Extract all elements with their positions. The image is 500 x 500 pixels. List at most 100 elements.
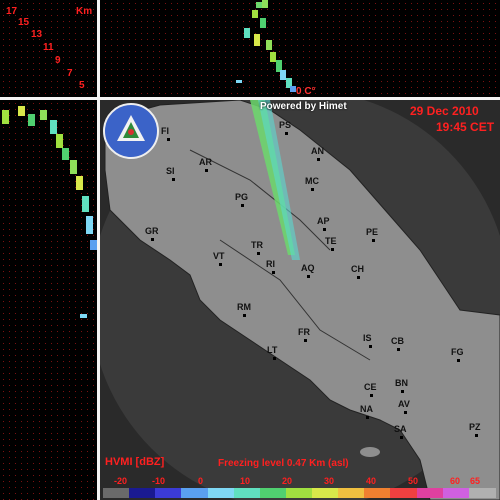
vertical-divider [97,0,100,500]
legend-swatch [390,488,418,498]
city-marker-pg [241,204,244,207]
city-marker-pe [372,239,375,242]
civil-protection-logo [103,103,159,159]
city-label-is: IS [363,333,372,343]
legend-swatch [416,488,444,498]
left-echo-cell [28,114,35,126]
legend-tick-label: 50 [408,476,419,486]
left-echo-cell [86,216,93,234]
legend-tick-label: 20 [282,476,293,486]
horizontal-divider [0,97,500,100]
scale-label-5: 5 [79,80,85,91]
top-echo-cell [244,28,250,38]
city-marker-ch [357,276,360,279]
city-marker-an [317,158,320,161]
city-label-pg: PG [235,192,249,202]
city-label-fi: FI [161,126,169,136]
left-echo-cell [62,148,69,160]
city-marker-si [172,178,175,181]
top-section-panel [0,0,500,97]
city-label-gr: GR [145,226,159,236]
city-label-pe: PE [366,227,379,237]
scale-label-17: 17 [6,6,18,17]
legend-tick-label: 0 [198,476,204,486]
city-marker-av [404,411,407,414]
scale-label-13: 13 [31,29,43,40]
scale-label-15: 15 [18,17,30,28]
city-label-cb: CB [391,336,404,346]
city-label-mc: MC [305,176,319,186]
top-echo-cell [256,2,262,8]
legend-swatch [285,488,313,498]
left-section-panel [0,100,97,500]
city-label-ps: PS [279,120,292,130]
freezing-level-label: Freezing level 0.47 Km (asl) [218,458,349,469]
left-echo-cell [76,176,83,190]
legend-swatch [442,488,470,498]
city-marker-fg [457,359,460,362]
city-label-bn: BN [395,378,408,388]
city-marker-sa [400,436,403,439]
legend-swatch [259,488,287,498]
city-marker-fr [304,339,307,342]
city-label-ap: AP [317,216,330,226]
city-marker-mc [311,188,314,191]
legend-swatch [129,488,157,498]
city-marker-ce [370,394,373,397]
logo-emblem-icon [117,115,145,141]
time-label: 19:45 CET [436,120,495,134]
freezing-marker: 0 C° [296,86,316,97]
city-label-rm: RM [237,302,251,312]
left-echo-cell [50,120,57,134]
city-marker-is [369,345,372,348]
city-label-ri: RI [266,259,275,269]
city-label-si: SI [166,166,175,176]
city-label-tr: TR [251,240,263,250]
top-echo-cell [270,52,276,62]
top-echo-cell [252,10,258,18]
legend-tick-label: -10 [152,476,166,486]
map-canvas [100,100,500,500]
city-marker-te [331,248,334,251]
city-label-na: NA [360,404,373,414]
left-echo-cell [40,110,47,120]
city-marker-ar [205,169,208,172]
left-section-plot [2,103,97,500]
city-label-ce: CE [364,382,377,392]
legend-tick-label: 30 [324,476,335,486]
city-label-aq: AQ [301,263,315,273]
legend-swatch [207,488,235,498]
city-marker-gr [151,238,154,241]
powered-by-label: Powered by Himet [260,101,347,112]
city-marker-lt [273,357,276,360]
city-label-av: AV [398,399,410,409]
city-label-an: AN [311,146,324,156]
top-section-plot [3,0,496,94]
city-marker-aq [307,275,310,278]
top-echo-cell [260,18,266,28]
city-label-vt: VT [213,251,225,261]
city-marker-ri [272,271,275,274]
city-marker-rm [243,314,246,317]
left-echo-cell [70,160,77,174]
city-marker-vt [219,263,222,266]
scale-label-11: 11 [43,42,54,53]
scale-label-9: 9 [55,55,61,66]
legend-swatch [181,488,209,498]
city-marker-ps [285,132,288,135]
km-label: Km [76,6,93,17]
left-echo-cell [2,110,9,124]
city-label-lt: LT [267,345,278,355]
top-echo-cell [280,70,286,80]
legend-tick-label: -20 [114,476,128,486]
city-label-ch: CH [351,264,364,274]
date-label: 29 Dec 2010 [410,104,479,118]
city-marker-na [366,416,369,419]
city-label-sa: SA [394,424,407,434]
top-echo-cell [254,34,260,46]
legend-swatch [155,488,183,498]
city-label-te: TE [325,236,337,246]
legend-tick-label: 10 [240,476,251,486]
legend-tick-label: 65 [470,476,481,486]
city-label-ar: AR [199,157,212,167]
